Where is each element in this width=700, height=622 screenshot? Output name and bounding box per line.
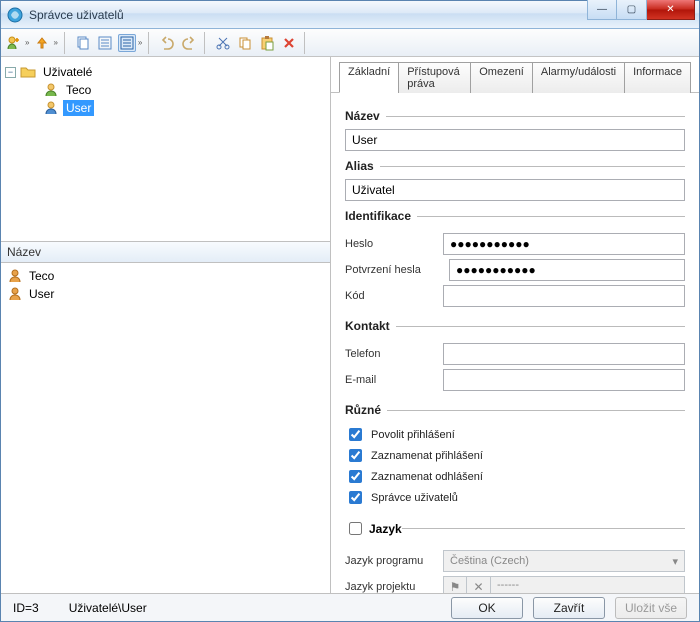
jazyk-programu-label: Jazyk programu — [345, 555, 435, 567]
zaznamenat-prihlaseni-label: Zaznamenat přihlášení — [371, 450, 483, 462]
close-button[interactable]: ✕ — [647, 0, 695, 20]
email-label: E-mail — [345, 374, 435, 386]
tab-strip: Základní Přístupová práva Omezení Alarmy… — [331, 57, 699, 93]
detail-view-icon[interactable] — [118, 34, 136, 52]
up-arrow-icon[interactable] — [33, 34, 51, 52]
save-all-button[interactable]: Uložit vše — [615, 597, 687, 619]
list-item[interactable]: Teco — [7, 267, 324, 285]
section-identifikace: Identifikace Heslo Potvrzení hesla Kód — [345, 209, 685, 311]
section-alias: Alias — [345, 159, 685, 201]
zaznamenat-prihlaseni-checkbox[interactable] — [349, 449, 362, 462]
paste-icon[interactable] — [258, 34, 276, 52]
form-panel: Název Alias Identifikace Heslo Potvrzení… — [331, 93, 699, 593]
copy-clipboard-icon[interactable] — [236, 34, 254, 52]
heslo-input[interactable] — [443, 233, 685, 255]
tree-item[interactable]: Teco — [5, 81, 326, 99]
telefon-label: Telefon — [345, 348, 435, 360]
tab-zakladni[interactable]: Základní — [339, 62, 399, 93]
left-pane: − Uživatelé Teco User Název Teco — [1, 57, 331, 593]
status-path: Uživatelé\User — [69, 601, 147, 615]
spravce-uzivatelu-checkbox[interactable] — [349, 491, 362, 504]
list-item-label: Teco — [29, 269, 54, 283]
dropdown-icon[interactable]: » — [138, 38, 142, 47]
maximize-button[interactable]: ▢ — [617, 0, 647, 20]
status-id: ID=3 — [13, 601, 39, 615]
app-icon — [7, 7, 23, 23]
potvrzeni-hesla-input[interactable] — [449, 259, 685, 281]
minimize-button[interactable]: — — [587, 0, 617, 20]
nazev-input[interactable] — [345, 129, 685, 151]
jazyk-programu-combo[interactable]: Čeština (Czech) ▾ — [443, 550, 685, 572]
kod-input[interactable] — [443, 285, 685, 307]
right-pane: Základní Přístupová práva Omezení Alarmy… — [331, 57, 699, 593]
jazyk-projektu-value: ------ — [491, 576, 685, 593]
new-user-icon[interactable] — [5, 34, 23, 52]
close-dialog-button[interactable]: Zavřít — [533, 597, 605, 619]
tree-root-label: Uživatelé — [40, 64, 95, 80]
user-icon — [7, 268, 23, 284]
tree-item-selected[interactable]: User — [5, 99, 326, 117]
list-item[interactable]: User — [7, 285, 324, 303]
user-icon — [43, 100, 59, 116]
footer: ID=3 Uživatelé\User OK Zavřít Uložit vše — [1, 593, 699, 621]
section-ruzne: Různé Povolit přihlášení Zaznamenat přih… — [345, 403, 685, 509]
tab-omezeni[interactable]: Omezení — [470, 62, 533, 93]
jazyk-enable-checkbox[interactable] — [349, 522, 362, 535]
spravce-uzivatelu-label: Správce uživatelů — [371, 492, 458, 504]
tab-alarmy-udalosti[interactable]: Alarmy/události — [532, 62, 625, 93]
legend-kontakt: Kontakt — [345, 319, 396, 333]
list-view-icon[interactable] — [96, 34, 114, 52]
tree-item-label: User — [63, 100, 94, 116]
tree-root[interactable]: − Uživatelé — [5, 63, 326, 81]
flag-icon[interactable]: ⚑ — [443, 576, 467, 593]
redo-icon[interactable] — [180, 34, 198, 52]
section-kontakt: Kontakt Telefon E-mail — [345, 319, 685, 395]
dropdown-icon[interactable]: » — [25, 38, 29, 47]
zaznamenat-odhlaseni-label: Zaznamenat odhlášení — [371, 471, 483, 483]
list-item-label: User — [29, 287, 54, 301]
tab-informace[interactable]: Informace — [624, 62, 691, 93]
legend-jazyk: Jazyk — [369, 522, 402, 536]
povolit-prihlaseni-label: Povolit přihlášení — [371, 429, 455, 441]
tree-item-label: Teco — [63, 82, 94, 98]
legend-nazev: Název — [345, 109, 386, 123]
tab-pristupova-prava[interactable]: Přístupová práva — [398, 62, 471, 93]
titlebar: Správce uživatelů — ▢ ✕ — [1, 1, 699, 29]
user-list[interactable]: Teco User — [1, 263, 330, 593]
dropdown-icon[interactable]: » — [53, 38, 57, 47]
user-tree[interactable]: − Uživatelé Teco User — [1, 57, 330, 241]
jazyk-projektu-label: Jazyk projektu — [345, 581, 435, 593]
chevron-down-icon: ▾ — [672, 555, 678, 568]
folder-icon — [20, 64, 36, 80]
user-icon — [43, 82, 59, 98]
legend-ruzne: Různé — [345, 403, 387, 417]
undo-icon[interactable] — [158, 34, 176, 52]
copy-icon[interactable] — [74, 34, 92, 52]
kod-label: Kód — [345, 290, 435, 302]
povolit-prihlaseni-checkbox[interactable] — [349, 428, 362, 441]
legend-alias: Alias — [345, 159, 380, 173]
telefon-input[interactable] — [443, 343, 685, 365]
section-jazyk: Jazyk Jazyk programu Čeština (Czech) ▾ J… — [345, 519, 685, 593]
jazyk-programu-value: Čeština (Czech) — [450, 555, 529, 567]
section-nazev: Název — [345, 109, 685, 151]
list-header-label: Název — [7, 245, 41, 259]
potvrzeni-hesla-label: Potvrzení hesla — [345, 264, 441, 276]
list-header[interactable]: Název — [1, 241, 330, 263]
window-title: Správce uživatelů — [29, 8, 124, 22]
clear-icon[interactable]: ✕ — [467, 576, 491, 593]
delete-icon[interactable] — [280, 34, 298, 52]
collapse-icon[interactable]: − — [5, 67, 16, 78]
toolbar: » » » — [1, 29, 699, 57]
heslo-label: Heslo — [345, 238, 435, 250]
email-input[interactable] — [443, 369, 685, 391]
zaznamenat-odhlaseni-checkbox[interactable] — [349, 470, 362, 483]
legend-identifikace: Identifikace — [345, 209, 417, 223]
cut-icon[interactable] — [214, 34, 232, 52]
alias-input[interactable] — [345, 179, 685, 201]
user-icon — [7, 286, 23, 302]
ok-button[interactable]: OK — [451, 597, 523, 619]
